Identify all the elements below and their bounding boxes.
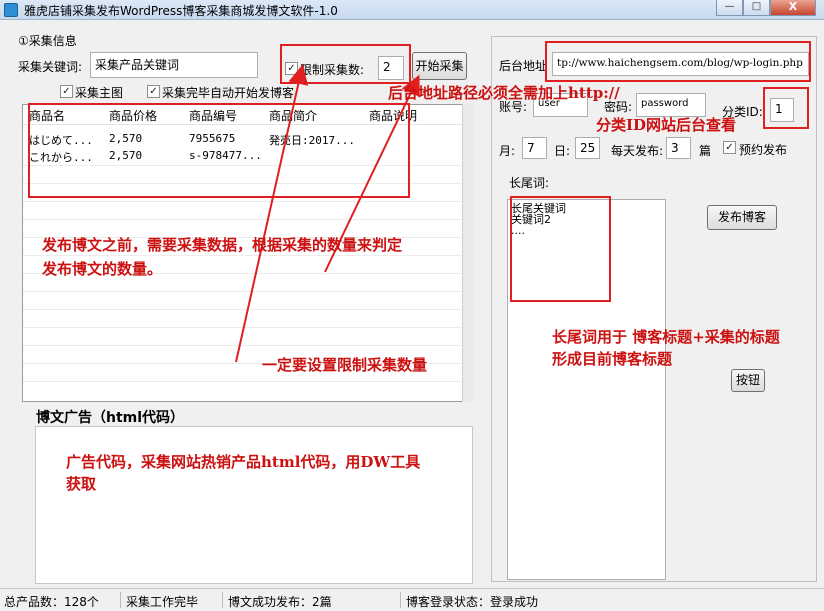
arrow-line [235,64,309,363]
annotation-category-note: 分类ID网站后台查看 [596,116,737,134]
annotation-collect-note-2: 发布博文的数量。 [42,260,163,278]
annotation-longtail-note-1: 长尾词用于 博客标题+采集的标题 [552,328,780,346]
annotation-collect-note-1: 发布博文之前，需要采集数据，根据采集的数量来判定 [42,236,403,254]
annotation-ad-note-1: 广告代码，采集网站热销产品html代码，用DW工具 [66,453,421,471]
annotation-ad-note-2: 获取 [66,475,97,493]
annotation-limit-note: 一定要设置限制采集数量 [262,356,428,374]
annotation-longtail-note-2: 形成目前博客标题 [552,350,673,368]
annotation-backend-note: 后台地址路径必须全需加上http:// [388,84,620,102]
